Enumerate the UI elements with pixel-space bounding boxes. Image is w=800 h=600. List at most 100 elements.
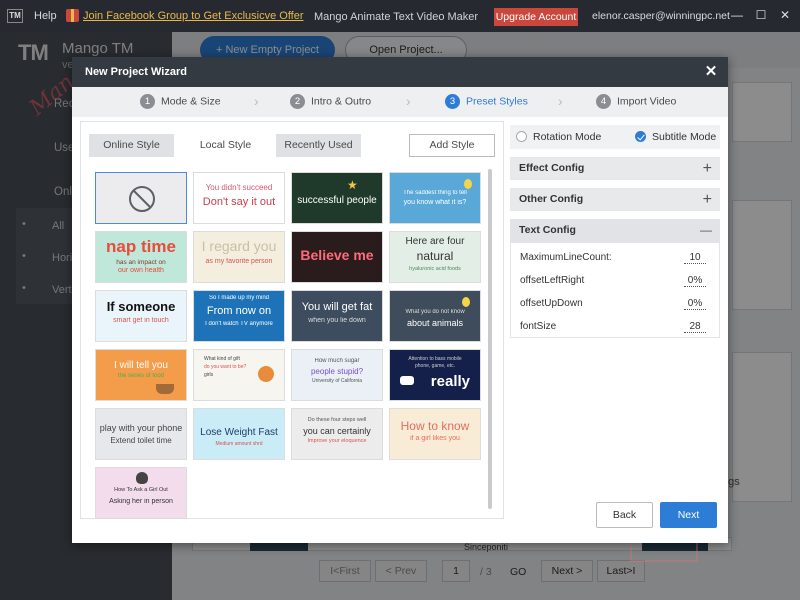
- effect-config-header[interactable]: Effect Config +: [510, 157, 720, 180]
- config-row-offset-up-down: offsetUpDown 0%: [520, 298, 710, 310]
- subtitle-mode-label[interactable]: Subtitle Mode: [652, 131, 716, 143]
- section-title: Effect Config: [519, 162, 585, 174]
- back-button[interactable]: Back: [596, 502, 653, 528]
- style-text: hyaluronic acid foods: [409, 266, 461, 272]
- lightbulb-icon: [462, 297, 470, 307]
- tab-recently-used[interactable]: Recently Used: [276, 134, 361, 157]
- style-thumbnail[interactable]: play with your phone Extend toilet time: [95, 408, 187, 460]
- step-number: 1: [140, 94, 155, 109]
- step-number: 3: [445, 94, 460, 109]
- style-text: Improve your eloquence: [307, 438, 367, 444]
- config-row-offset-left-right: offsetLeftRight 0%: [520, 275, 710, 287]
- style-thumbnail[interactable]: I will tell you the series of food: [95, 349, 187, 401]
- style-text: Don't say it out: [202, 196, 276, 208]
- style-text: successful people: [297, 195, 377, 206]
- style-text: the series of food: [117, 373, 165, 379]
- facebook-group-link[interactable]: Join Facebook Group to Get Exclusicve Of…: [83, 10, 304, 22]
- config-value-input[interactable]: 0%: [684, 298, 706, 310]
- style-thumbnail[interactable]: Lose Weight Fast Medium amount shrd: [193, 408, 285, 460]
- style-thumbnail[interactable]: Believe me: [291, 231, 383, 283]
- config-value-input[interactable]: 0%: [684, 275, 706, 287]
- subtitle-mode-radio[interactable]: [635, 131, 646, 142]
- style-thumbnail[interactable]: What kind of gift do you want to be? gir…: [193, 349, 285, 401]
- style-text: You didn't succeed: [205, 183, 273, 192]
- minimize-icon[interactable]: —: [728, 6, 746, 24]
- tab-local-style[interactable]: Local Style: [183, 134, 268, 157]
- style-text: when you lie down: [308, 317, 366, 324]
- lightbulb-icon: [464, 179, 472, 189]
- style-thumbnail[interactable]: If someone smart get in touch: [95, 290, 187, 342]
- step-number: 4: [596, 94, 611, 109]
- style-text: smart get in touch: [113, 317, 169, 324]
- style-text: Medium amount shrd: [215, 441, 263, 447]
- style-text: if a girl likes you: [410, 435, 460, 442]
- style-text: you know what it is?: [403, 199, 467, 206]
- style-text: about animals: [406, 318, 464, 328]
- style-text: people stupid?: [310, 367, 364, 376]
- close-icon[interactable]: ✕: [702, 63, 720, 81]
- style-thumbnail[interactable]: How To Ask a Girl Out Asking her in pers…: [95, 467, 187, 519]
- text-config-body: MaximumLineCount: 10 offsetLeftRight 0% …: [510, 242, 720, 338]
- gamepad-icon: [400, 376, 414, 385]
- style-text: as my favorite person: [205, 258, 273, 265]
- style-grid-scrollbar[interactable]: [488, 169, 492, 509]
- config-row-max-line-count: MaximumLineCount: 10: [520, 252, 710, 264]
- wizard-steps: 1 Mode & Size › 2 Intro & Outro › 3 Preset …: [72, 87, 728, 117]
- expand-plus-icon[interactable]: +: [703, 157, 712, 180]
- style-text: phone, game, etc.: [414, 363, 456, 369]
- step-preset-styles[interactable]: 3 Preset Styles: [445, 94, 528, 110]
- style-thumbnail[interactable]: The saddest thing to tell you know what …: [389, 172, 481, 224]
- collapse-minus-icon[interactable]: —: [700, 219, 712, 242]
- style-thumbnail[interactable]: ★ successful people: [291, 172, 383, 224]
- style-text: If someone: [106, 299, 176, 314]
- account-email[interactable]: elenor.casper@winningpc.net: [592, 10, 730, 22]
- upgrade-account-button[interactable]: Upgrade Account: [494, 8, 578, 26]
- style-text: I don't watch TV anymore: [205, 321, 273, 327]
- rotation-mode-label[interactable]: Rotation Mode: [533, 131, 601, 143]
- style-thumbnail[interactable]: Here are four natural hyaluronic acid fo…: [389, 231, 481, 283]
- style-text: Asking her in person: [109, 498, 173, 505]
- tab-online-style[interactable]: Online Style: [89, 134, 174, 157]
- style-text: nap time: [106, 237, 176, 256]
- style-text: From now on: [206, 305, 272, 317]
- next-button[interactable]: Next: [660, 502, 717, 528]
- style-thumbnail[interactable]: What you do not know about animals: [389, 290, 481, 342]
- expand-plus-icon[interactable]: +: [703, 188, 712, 211]
- style-text: How much sugar: [314, 358, 360, 364]
- step-mode-size[interactable]: 1 Mode & Size: [140, 94, 221, 110]
- style-text: you can certainly: [303, 426, 371, 436]
- step-number: 2: [290, 94, 305, 109]
- config-label: offsetLeftRight: [520, 275, 585, 286]
- step-label: Import Video: [617, 95, 677, 108]
- add-style-button[interactable]: Add Style: [409, 134, 495, 157]
- text-config-header[interactable]: Text Config —: [510, 219, 720, 242]
- chevron-right-icon: ›: [406, 93, 411, 109]
- style-text: natural: [416, 249, 454, 263]
- style-text: Here are four: [405, 236, 465, 247]
- app-logo-icon: TM: [7, 9, 23, 23]
- style-thumbnail[interactable]: Do these four steps well you can certain…: [291, 408, 383, 460]
- new-project-wizard-dialog: New Project Wizard ✕ 1 Mode & Size › 2 Int…: [72, 57, 728, 543]
- style-thumbnail[interactable]: Attention to bass mobile phone, game, et…: [389, 349, 481, 401]
- section-title: Other Config: [519, 193, 584, 205]
- close-window-icon[interactable]: ✕: [776, 6, 794, 24]
- rotation-mode-radio[interactable]: [516, 131, 527, 142]
- step-intro-outro[interactable]: 2 Intro & Outro: [290, 94, 371, 110]
- step-import-video[interactable]: 4 Import Video: [596, 94, 676, 110]
- style-thumbnail[interactable]: You didn't succeed Don't say it out: [193, 172, 285, 224]
- other-config-header[interactable]: Other Config +: [510, 188, 720, 211]
- style-thumbnail[interactable]: I regard you as my favorite person: [193, 231, 285, 283]
- mode-selector: Rotation Mode Subtitle Mode: [510, 125, 720, 149]
- config-value-input[interactable]: 10: [684, 252, 706, 264]
- style-none[interactable]: [95, 172, 187, 224]
- style-thumbnail[interactable]: nap time has an impact on our own health: [95, 231, 187, 283]
- maximize-icon[interactable]: ☐: [752, 6, 770, 24]
- config-value-input[interactable]: 28: [684, 321, 706, 333]
- style-thumbnail[interactable]: You will get fat when you lie down: [291, 290, 383, 342]
- style-thumbnail[interactable]: How to know if a girl likes you: [389, 408, 481, 460]
- style-thumbnail[interactable]: How much sugar people stupid? University…: [291, 349, 383, 401]
- style-thumbnail[interactable]: So I made up my mind From now on I don't…: [193, 290, 285, 342]
- style-text: How To Ask a Girl Out: [114, 487, 168, 493]
- style-text: Extend toilet time: [110, 436, 172, 445]
- help-menu[interactable]: Help: [34, 10, 57, 22]
